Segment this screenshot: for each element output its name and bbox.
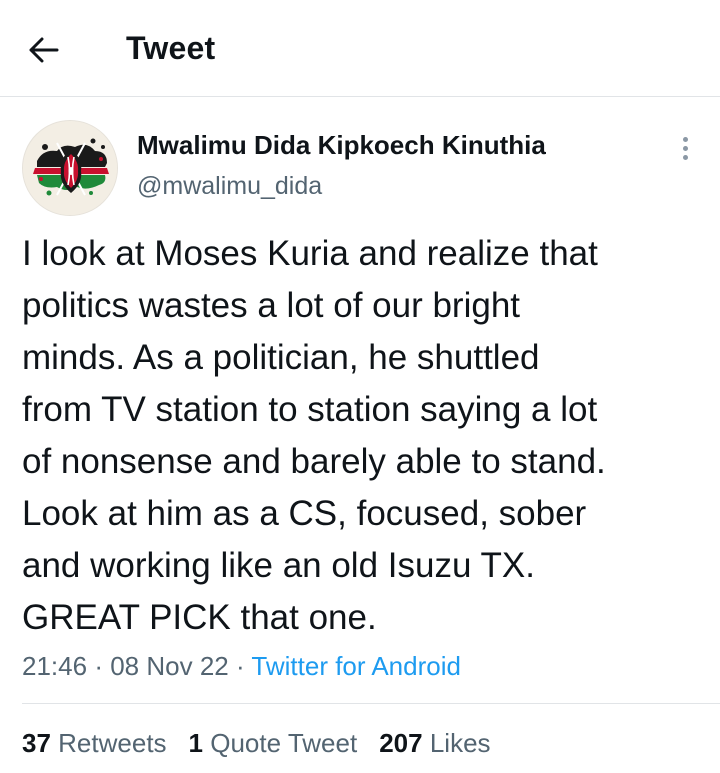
likes-label: Likes xyxy=(429,728,491,758)
quotes-label: Quote Tweet xyxy=(210,728,358,758)
more-options-button[interactable] xyxy=(668,133,702,163)
top-bar: Tweet xyxy=(0,0,720,97)
tweet-text-line: I look at Moses Kuria and realize that xyxy=(22,234,598,273)
arrow-left-icon xyxy=(29,37,59,63)
more-vertical-icon xyxy=(682,145,688,151)
tweet-metadata: 21:46 · 08 Nov 22 · Twitter for Android xyxy=(22,651,461,682)
more-vertical-icon xyxy=(682,136,688,142)
tweet-text-line: from TV station to station saying a lot xyxy=(22,390,598,429)
kenya-flag-shield-avatar xyxy=(23,121,117,215)
tweet-source-link[interactable]: Twitter for Android xyxy=(251,651,461,681)
tweet-time[interactable]: 21:46 xyxy=(22,651,87,681)
divider xyxy=(22,703,720,704)
quote-tweets-stat[interactable]: 1 Quote Tweet xyxy=(189,728,358,759)
tweet-text-line: Look at him as a CS, focused, sober xyxy=(22,494,587,533)
more-vertical-icon xyxy=(682,154,688,160)
tweet-text-line: politics wastes a lot of our bright xyxy=(22,286,521,325)
likes-count: 207 xyxy=(379,728,423,758)
tweet-text-line: and working like an old Isuzu TX. xyxy=(22,546,535,585)
tweet-text: I look at Moses Kuria and realize that p… xyxy=(22,228,712,644)
avatar[interactable] xyxy=(22,120,118,216)
tweet-text-line: minds. As a politician, he shuttled xyxy=(22,338,540,377)
page-title: Tweet xyxy=(126,30,216,66)
tweet-date[interactable]: 08 Nov 22 xyxy=(110,651,229,681)
meta-separator: · xyxy=(235,651,245,681)
quotes-count: 1 xyxy=(188,728,204,758)
retweets-stat[interactable]: 37 Retweets xyxy=(22,728,167,759)
engagement-stats: 37 Retweets 1 Quote Tweet 207 Likes xyxy=(22,728,491,759)
retweets-label: Retweets xyxy=(58,728,167,758)
author-name[interactable]: Mwalimu Dida Kipkoech Kinuthia xyxy=(137,130,546,161)
meta-separator: · xyxy=(94,651,103,681)
tweet-text-line: GREAT PICK that one. xyxy=(22,598,377,637)
likes-stat[interactable]: 207 Likes xyxy=(379,728,490,759)
author-handle[interactable]: @mwalimu_dida xyxy=(137,172,322,201)
back-button[interactable] xyxy=(22,28,66,72)
retweets-count: 37 xyxy=(22,728,51,758)
tweet-text-line: of nonsense and barely able to stand. xyxy=(22,442,606,481)
